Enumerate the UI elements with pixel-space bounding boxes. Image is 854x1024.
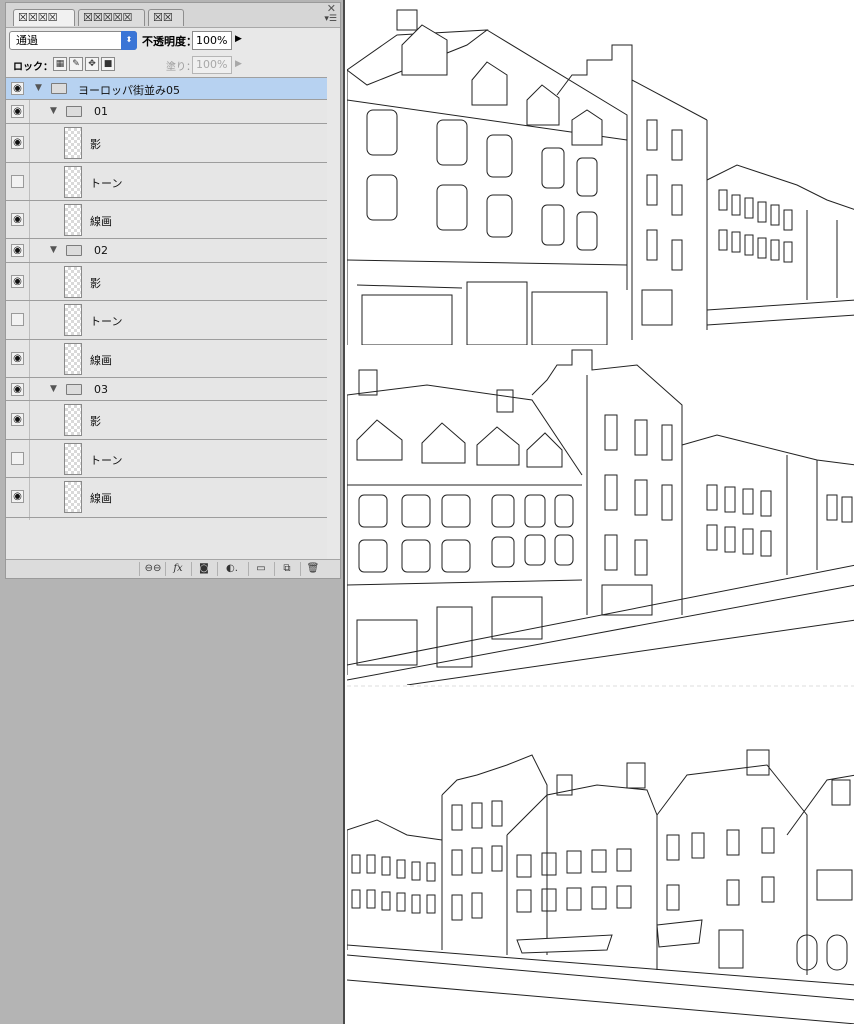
- layer-name: 線画: [90, 354, 112, 367]
- layer-row[interactable]: トーン: [6, 440, 327, 478]
- eye-icon[interactable]: ◉: [11, 352, 24, 365]
- eye-icon[interactable]: ◉: [11, 490, 24, 503]
- eye-icon[interactable]: ◉: [11, 383, 24, 396]
- layer-thumbnail: [64, 204, 82, 236]
- eye-icon[interactable]: ◉: [11, 244, 24, 257]
- tab-paths[interactable]: ☒☒: [148, 9, 184, 26]
- layer-group-root[interactable]: ◉ ▼ ヨーロッパ街並み05: [6, 78, 327, 100]
- opacity-value: 100%: [196, 34, 228, 47]
- panel-footer: ⊖⊖ fx ◙ ◐. ▭ ⧉ 🗑: [6, 559, 340, 578]
- folder-icon: [51, 83, 67, 94]
- layer-thumbnail: [64, 443, 82, 475]
- tab-layers-label: ☒☒☒☒: [18, 11, 58, 24]
- layer-name: 影: [90, 138, 101, 151]
- layer-row[interactable]: トーン: [6, 301, 327, 340]
- adjustment-icon[interactable]: ◐.: [222, 563, 242, 575]
- tab-layers[interactable]: ☒☒☒☒ ×: [13, 9, 75, 40]
- layer-name: 影: [90, 277, 101, 290]
- layer-row[interactable]: ◉ 線画: [6, 478, 327, 518]
- eye-icon[interactable]: ◉: [11, 413, 24, 426]
- eye-icon[interactable]: ◉: [11, 213, 24, 226]
- mask-icon[interactable]: ◙: [196, 563, 212, 575]
- blend-mode-value: 通過: [16, 34, 38, 47]
- lock-label: ロック：: [13, 62, 53, 73]
- lock-all-icon[interactable]: ■: [101, 57, 115, 71]
- layer-name: 線画: [90, 215, 112, 228]
- layer-group-02[interactable]: ◉ ▼ 02: [6, 239, 327, 263]
- eye-icon[interactable]: ◉: [11, 275, 24, 288]
- folder-icon: [66, 106, 82, 117]
- layer-row[interactable]: ◉ 影: [6, 124, 327, 163]
- disclosure-triangle-icon[interactable]: ▼: [50, 384, 57, 394]
- opacity-slider-arrow-icon[interactable]: ▶: [235, 34, 242, 44]
- fill-value: 100%: [196, 58, 228, 71]
- layer-row[interactable]: ◉ 影: [6, 263, 327, 301]
- layer-row[interactable]: ◉ 影: [6, 401, 327, 440]
- tab-channels-label: ☒☒☒☒☒: [83, 11, 133, 24]
- layer-name: 影: [90, 415, 101, 428]
- folder-icon: [66, 245, 82, 256]
- layer-row[interactable]: ◉ 線画: [6, 201, 327, 239]
- eye-icon[interactable]: ◉: [11, 105, 24, 118]
- layer-name: トーン: [90, 315, 123, 328]
- layer-name: 03: [94, 383, 108, 396]
- disclosure-triangle-icon[interactable]: ▼: [35, 83, 42, 93]
- layer-row[interactable]: トーン: [6, 163, 327, 201]
- layer-name: 01: [94, 105, 108, 118]
- fill-slider-arrow-icon[interactable]: ▶: [235, 59, 242, 69]
- panel-titlebar: ☒☒☒☒ × ☒☒☒☒☒ ☒☒ ✕ ▾☰: [6, 2, 340, 40]
- folder-icon: [66, 384, 82, 395]
- new-layer-icon[interactable]: ⧉: [279, 563, 295, 575]
- layer-thumbnail: [64, 304, 82, 336]
- street-illustration-03: [347, 685, 854, 1024]
- opacity-input[interactable]: 100%: [192, 31, 232, 50]
- layer-thumbnail: [64, 266, 82, 298]
- blend-mode-select[interactable]: 通過 ⬍: [9, 31, 137, 50]
- layer-group-03[interactable]: ◉ ▼ 03: [6, 378, 327, 401]
- folder-icon[interactable]: ▭: [253, 563, 269, 575]
- layers-list: ◉ ▼ ヨーロッパ街並み05 ◉ ▼ 01 ◉ 影 トーン ◉ 線画 ◉ ▼ 0…: [6, 77, 327, 562]
- tab-channels[interactable]: ☒☒☒☒☒: [78, 9, 145, 26]
- layer-thumbnail: [64, 166, 82, 198]
- link-icon[interactable]: ⊖⊖: [144, 563, 162, 575]
- layer-thumbnail: [64, 481, 82, 513]
- opacity-label: 不透明度：: [142, 35, 197, 48]
- layers-panel: ☒☒☒☒ × ☒☒☒☒☒ ☒☒ ✕ ▾☰ 通過 ⬍ 不透明度： 100% ▶ ロ…: [5, 2, 341, 579]
- street-illustration-02: [347, 349, 854, 685]
- layer-row[interactable]: ◉ 線画: [6, 340, 327, 378]
- layer-thumbnail: [64, 343, 82, 375]
- trash-icon[interactable]: 🗑: [305, 563, 321, 575]
- select-arrows-icon: ⬍: [121, 31, 137, 50]
- layer-name: トーン: [90, 177, 123, 190]
- lock-transparency-icon[interactable]: ▦: [53, 57, 67, 71]
- layer-name: トーン: [90, 454, 123, 467]
- fill-input[interactable]: 100%: [192, 56, 232, 74]
- eye-hidden-icon[interactable]: [11, 452, 24, 465]
- layer-thumbnail: [64, 404, 82, 436]
- panel-menu-icon[interactable]: ▾☰: [324, 14, 337, 24]
- street-illustration-01: [347, 9, 854, 345]
- eye-hidden-icon[interactable]: [11, 313, 24, 326]
- eye-hidden-icon[interactable]: [11, 175, 24, 188]
- disclosure-triangle-icon[interactable]: ▼: [50, 106, 57, 116]
- layer-name: 線画: [90, 492, 112, 505]
- lock-position-icon[interactable]: ✥: [85, 57, 99, 71]
- eye-icon[interactable]: ◉: [11, 82, 24, 95]
- layer-group-01[interactable]: ◉ ▼ 01: [6, 100, 327, 124]
- eye-icon[interactable]: ◉: [11, 136, 24, 149]
- tab-paths-label: ☒☒: [153, 11, 173, 24]
- lock-image-icon[interactable]: ✎: [69, 57, 83, 71]
- document-canvas[interactable]: [343, 0, 854, 1024]
- fx-icon[interactable]: fx: [170, 563, 186, 575]
- layer-name: 02: [94, 244, 108, 257]
- layer-thumbnail: [64, 127, 82, 159]
- layer-name: ヨーロッパ街並み05: [78, 84, 180, 97]
- disclosure-triangle-icon[interactable]: ▼: [50, 245, 57, 255]
